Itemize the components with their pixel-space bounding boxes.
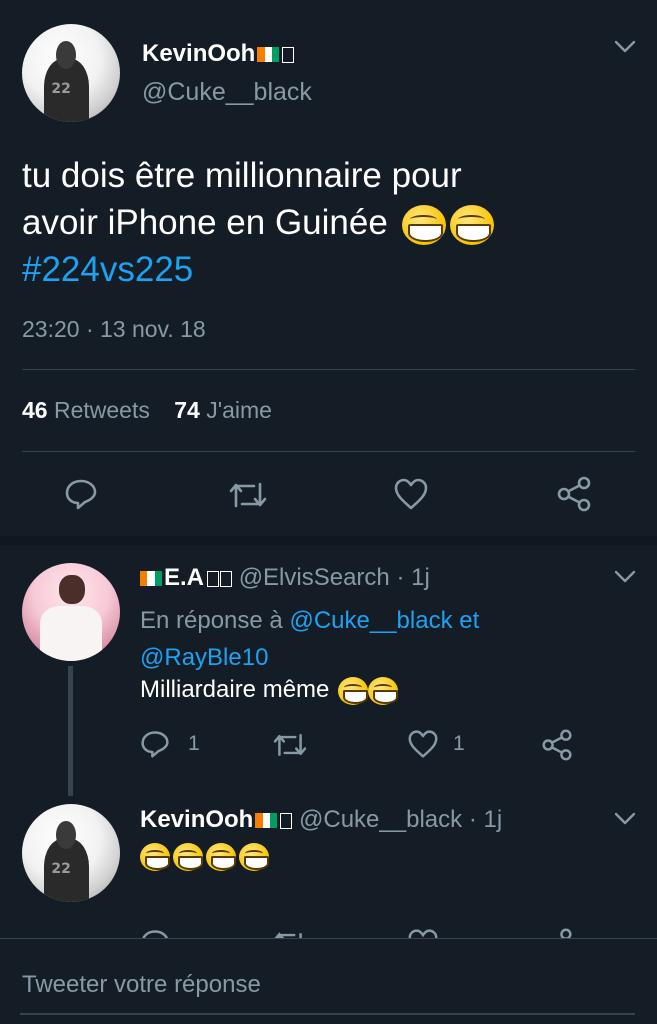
reply-icon bbox=[141, 731, 169, 758]
thread-line bbox=[68, 666, 73, 796]
reply2-age: · 1j bbox=[468, 806, 503, 833]
reply-retweet-button[interactable] bbox=[272, 730, 308, 760]
reply-icon bbox=[65, 479, 97, 510]
retweet-button[interactable] bbox=[228, 478, 268, 512]
in-reply-prefix: En réponse à bbox=[140, 607, 283, 634]
reply2-avatar[interactable]: 22 bbox=[22, 804, 120, 902]
reply2-handle: @Cuke__black bbox=[299, 806, 463, 833]
reply-share-button[interactable] bbox=[541, 729, 573, 761]
composer-underline bbox=[20, 1013, 635, 1015]
tears-of-joy-emoji bbox=[173, 843, 203, 871]
hashtag-link[interactable]: #224vs225 bbox=[22, 246, 642, 293]
reply-reply-button[interactable]: 1 bbox=[140, 729, 200, 759]
unsupported-glyph-icon bbox=[220, 571, 233, 587]
tears-of-joy-emoji bbox=[239, 843, 269, 871]
tears-of-joy-emoji bbox=[338, 676, 369, 705]
reply-text-row: Milliardaire même bbox=[140, 676, 399, 705]
author-handle[interactable]: @Cuke__black bbox=[142, 78, 312, 107]
tweet-timestamp[interactable]: 23:20 · 13 nov. 18 bbox=[22, 316, 206, 343]
retweets-label: Retweets bbox=[53, 397, 150, 423]
tears-of-joy-emoji bbox=[206, 843, 236, 871]
reply-avatar[interactable] bbox=[22, 563, 120, 661]
reply2-header[interactable]: KevinOoh @Cuke__black · 1j bbox=[140, 806, 502, 834]
divider bbox=[22, 451, 635, 452]
retweet-icon bbox=[273, 734, 307, 756]
in-reply-links[interactable]: @Cuke__black et bbox=[289, 607, 479, 634]
author-avatar[interactable]: 22 bbox=[22, 24, 120, 122]
reply-age: · 1j bbox=[396, 564, 430, 591]
tweet-text-line1: tu dois être millionnaire pour bbox=[22, 156, 462, 195]
reply-display-name: E.A bbox=[164, 564, 205, 591]
reply2-display-name: KevinOoh bbox=[140, 806, 254, 833]
reply-text: Milliardaire même bbox=[140, 676, 330, 703]
reply-handle: @ElvisSearch bbox=[238, 564, 390, 591]
chevron-down-icon[interactable] bbox=[614, 570, 636, 584]
share-icon bbox=[542, 729, 572, 761]
retweets-count: 46 bbox=[22, 397, 48, 423]
author-name-row[interactable]: KevinOoh bbox=[142, 40, 295, 68]
tears-of-joy-emoji bbox=[401, 204, 446, 245]
section-divider bbox=[0, 536, 657, 546]
like-button[interactable] bbox=[393, 477, 429, 511]
unsupported-glyph-icon bbox=[282, 47, 295, 63]
retweet-icon bbox=[229, 482, 267, 508]
tears-of-joy-emoji bbox=[140, 843, 170, 871]
reply-composer-input[interactable]: Tweeter votre réponse bbox=[22, 971, 261, 999]
chevron-down-icon[interactable] bbox=[614, 812, 636, 826]
likes-label: J'aime bbox=[206, 397, 272, 423]
avatar-shirt bbox=[39, 606, 103, 661]
avatar-jersey-number: 22 bbox=[51, 860, 71, 877]
chevron-down-icon[interactable] bbox=[614, 40, 636, 54]
flag-icon bbox=[257, 47, 280, 62]
tweet-text-line2: avoir iPhone en Guinée bbox=[22, 203, 388, 242]
divider bbox=[22, 369, 635, 370]
likes-count: 74 bbox=[174, 397, 200, 423]
tweet-text: tu dois être millionnaire pour avoir iPh… bbox=[22, 152, 642, 293]
share-button[interactable] bbox=[556, 476, 592, 512]
in-reply-link2[interactable]: @RayBle10 bbox=[140, 644, 268, 671]
avatar-face bbox=[59, 574, 85, 605]
share-icon bbox=[557, 476, 591, 512]
tears-of-joy-emoji bbox=[368, 676, 399, 705]
author-display-name: KevinOoh bbox=[142, 40, 256, 67]
reply-reply-count: 1 bbox=[188, 732, 200, 755]
flag-icon bbox=[140, 571, 162, 586]
tweet-text-line2-row: avoir iPhone en Guinée bbox=[22, 199, 642, 246]
engagement-stats: 46 Retweets 74 J'aime bbox=[22, 397, 272, 424]
reply-button[interactable] bbox=[64, 477, 98, 511]
unsupported-glyph-icon bbox=[207, 571, 220, 587]
reply-like-count: 1 bbox=[453, 732, 465, 755]
reply-composer-bar: Tweeter votre réponse bbox=[0, 938, 657, 1024]
avatar-jersey-number: 22 bbox=[51, 80, 71, 97]
retweets-stat[interactable]: 46 Retweets bbox=[22, 397, 156, 423]
reply2-emoji-row bbox=[140, 843, 269, 871]
tears-of-joy-emoji bbox=[449, 204, 494, 245]
flag-icon bbox=[255, 813, 278, 828]
like-icon bbox=[394, 478, 428, 510]
unsupported-glyph-icon bbox=[280, 813, 293, 829]
like-icon bbox=[408, 730, 438, 758]
in-reply-to: En réponse à @Cuke__black et @RayBle10 bbox=[140, 602, 640, 676]
reply-header[interactable]: E.A @ElvisSearch · 1j bbox=[140, 564, 430, 592]
likes-stat[interactable]: 74 J'aime bbox=[174, 397, 272, 423]
reply-like-button[interactable]: 1 bbox=[407, 729, 465, 759]
